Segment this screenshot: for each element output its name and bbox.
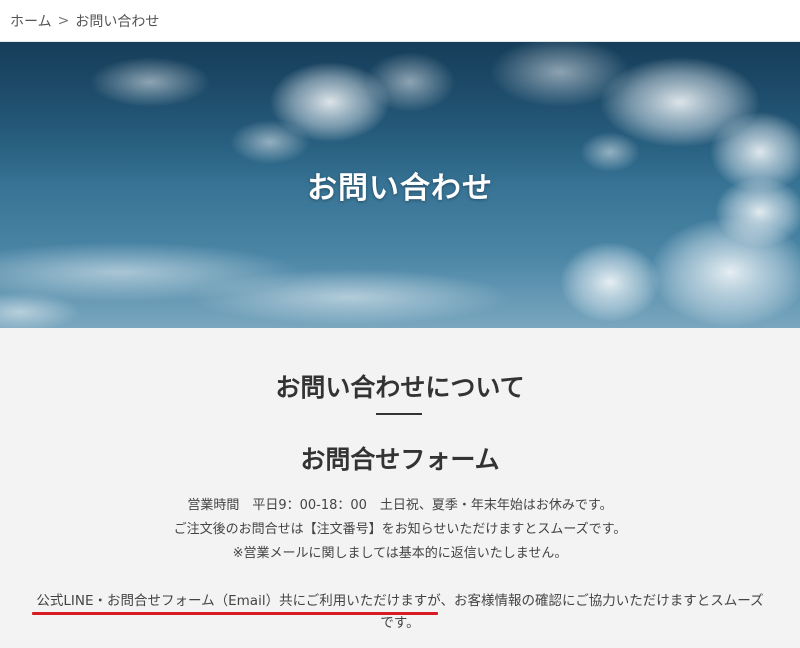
form-heading: お問合せフォーム xyxy=(300,445,500,474)
highlight-underline xyxy=(32,612,438,615)
page: ホーム > お問い合わせ お問い合わせ お問い合わせについて お問合せフォーム … xyxy=(0,0,800,648)
about-heading: お問い合わせについて xyxy=(275,373,525,402)
breadcrumb-home-link[interactable]: ホーム xyxy=(10,11,52,31)
content-section: お問い合わせについて お問合せフォーム 営業時間 平日9：00-18：00 土日… xyxy=(0,328,800,648)
sales-mail-note: ※営業メールに関しましては基本的に返信いたしません。 xyxy=(232,546,568,561)
contact-note-highlight: 公式LINE・お問合せフォーム（Email）共にご利用いただけますが、 xyxy=(36,593,455,609)
breadcrumb-separator: > xyxy=(57,12,70,29)
business-hours-text: 営業時間 平日9：00-18：00 土日祝、夏季・年末年始はお休みです。 xyxy=(187,498,613,513)
breadcrumb: ホーム > お問い合わせ xyxy=(0,0,800,42)
breadcrumb-current: お問い合わせ xyxy=(75,13,160,30)
hero-title: お問い合わせ xyxy=(307,171,493,206)
heading-divider xyxy=(376,413,422,415)
hero-banner: お問い合わせ xyxy=(0,42,800,328)
order-number-note: ご注文後のお問合せは【注文番号】をお知らせいただけますとスムーズです。 xyxy=(173,522,627,537)
